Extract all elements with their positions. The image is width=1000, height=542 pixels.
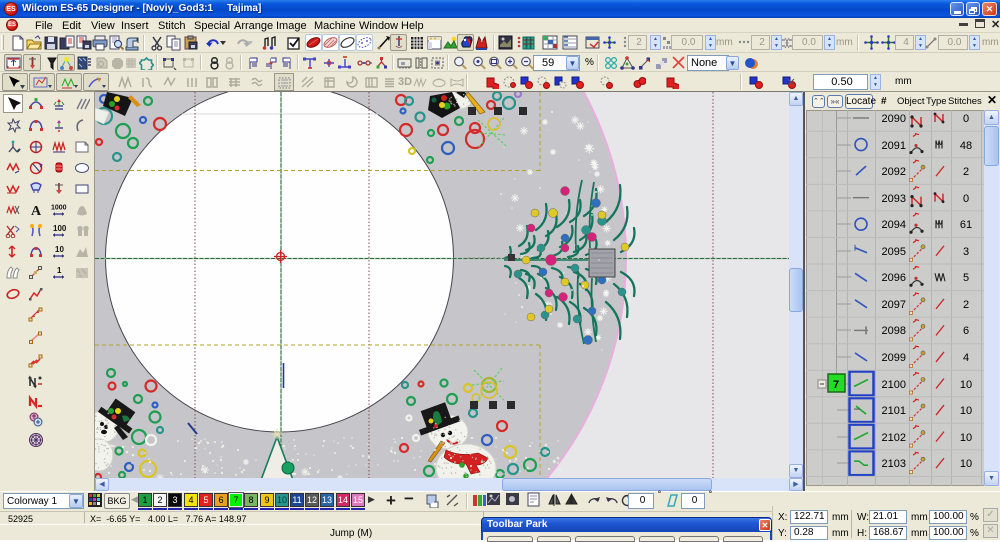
svg-text:10: 10 (960, 379, 972, 391)
svg-text:2103: 2103 (882, 458, 906, 470)
svg-text:3: 3 (963, 246, 969, 258)
svg-text:6: 6 (963, 325, 969, 337)
svg-text:7: 7 (833, 379, 839, 391)
svg-text:0: 0 (963, 193, 969, 205)
svg-text:2090: 2090 (882, 113, 906, 125)
svg-text:10: 10 (960, 458, 972, 470)
svg-text:10: 10 (960, 432, 972, 444)
svg-text:2102: 2102 (882, 432, 906, 444)
svg-text:2092: 2092 (882, 166, 906, 178)
svg-text:2099: 2099 (882, 352, 906, 364)
svg-text:2100: 2100 (882, 379, 906, 391)
svg-text:2093: 2093 (882, 193, 906, 205)
svg-text:2091: 2091 (882, 140, 906, 152)
svg-text:2: 2 (963, 166, 969, 178)
svg-text:2096: 2096 (882, 272, 906, 284)
svg-text:48: 48 (960, 140, 972, 152)
svg-text:2: 2 (963, 299, 969, 311)
svg-text:2101: 2101 (882, 405, 906, 417)
svg-text:10: 10 (960, 405, 972, 417)
svg-text:2094: 2094 (882, 219, 906, 231)
svg-text:2095: 2095 (882, 246, 906, 258)
svg-text:2098: 2098 (882, 325, 906, 337)
svg-text:5: 5 (963, 272, 969, 284)
svg-text:61: 61 (960, 219, 972, 231)
svg-text:2097: 2097 (882, 299, 906, 311)
svg-text:0: 0 (963, 113, 969, 125)
svg-text:4: 4 (963, 352, 969, 364)
